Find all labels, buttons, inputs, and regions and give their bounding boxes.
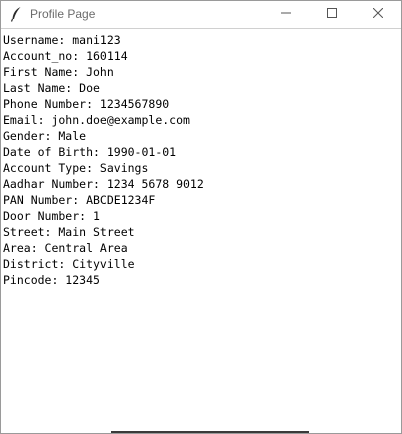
maximize-button[interactable] xyxy=(309,1,355,27)
first-name-label: First Name: John xyxy=(3,65,114,79)
profile-window: Profile Page Username: mani123 Account_n… xyxy=(0,0,402,434)
gender-label: Gender: Male xyxy=(3,129,87,143)
profile-details: Username: mani123 Account_no: 160114 Fir… xyxy=(1,28,401,433)
bottom-divider xyxy=(111,431,309,433)
phone-number-label: Phone Number: 1234567890 xyxy=(3,97,170,111)
close-icon xyxy=(372,5,384,23)
title-bar[interactable]: Profile Page xyxy=(1,1,401,27)
minimize-button[interactable] xyxy=(263,1,309,27)
account-type-label: Account Type: Savings xyxy=(3,161,149,175)
street-label: Street: Main Street xyxy=(3,225,135,239)
aadhar-number-label: Aadhar Number: 1234 5678 9012 xyxy=(3,177,204,191)
username-label: Username: mani123 xyxy=(3,33,121,47)
minimize-icon xyxy=(281,5,291,23)
pincode-label: Pincode: 12345 xyxy=(3,273,100,287)
area-label: Area: Central Area xyxy=(3,241,128,255)
window-title: Profile Page xyxy=(30,7,96,21)
door-number-label: Door Number: 1 xyxy=(3,209,100,223)
last-name-label: Last Name: Doe xyxy=(3,81,100,95)
maximize-icon xyxy=(327,5,337,23)
date-of-birth-label: Date of Birth: 1990-01-01 xyxy=(3,145,177,159)
district-label: District: Cityville xyxy=(3,257,135,271)
account-number-label: Account_no: 160114 xyxy=(3,49,128,63)
pan-number-label: PAN Number: ABCDE1234F xyxy=(3,193,156,207)
feather-icon xyxy=(9,6,23,22)
window-controls xyxy=(263,1,401,27)
close-button[interactable] xyxy=(355,1,401,27)
email-label: Email: john.doe@example.com xyxy=(3,113,190,127)
